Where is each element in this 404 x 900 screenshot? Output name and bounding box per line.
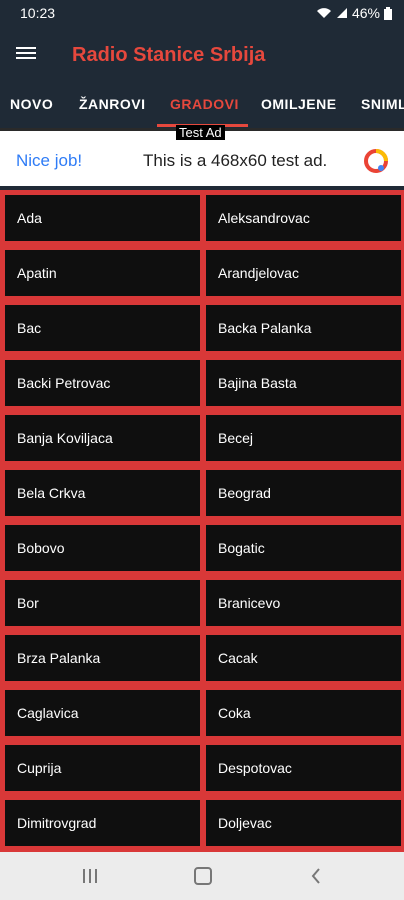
tab-snimljeno[interactable]: SNIMLJENO	[361, 96, 404, 112]
home-icon[interactable]	[192, 866, 214, 886]
city-item[interactable]: Dimitrovgrad	[5, 800, 200, 846]
status-icons: 46%	[316, 5, 392, 21]
battery-icon	[384, 6, 392, 20]
system-nav-bar	[0, 852, 404, 900]
city-item[interactable]: Caglavica	[5, 690, 200, 736]
city-item[interactable]: Becej	[206, 415, 401, 461]
battery-percent: 46%	[351, 5, 380, 21]
tab-gradovi[interactable]: GRADOVI	[170, 96, 239, 112]
city-item[interactable]: Bobovo	[5, 525, 200, 571]
city-item[interactable]: Aleksandrovac	[206, 195, 401, 241]
back-icon[interactable]	[305, 866, 327, 886]
city-item[interactable]: Beograd	[206, 470, 401, 516]
app-title: Radio Stanice Srbija	[72, 44, 266, 66]
city-item[interactable]: Bogatic	[206, 525, 401, 571]
tab-omiljene[interactable]: OMILJENE	[261, 96, 337, 112]
status-bar: 10:23 46%	[0, 0, 404, 26]
city-item[interactable]: Bajina Basta	[206, 360, 401, 406]
city-item[interactable]: Cacak	[206, 635, 401, 681]
city-item[interactable]: Coka	[206, 690, 401, 736]
city-item[interactable]: Bela Crkva	[5, 470, 200, 516]
ad-banner[interactable]: Test Ad Nice job! This is a 468x60 test …	[0, 125, 404, 186]
city-item[interactable]: Apatin	[5, 250, 200, 296]
city-item[interactable]: Banja Koviljaca	[5, 415, 200, 461]
recent-apps-icon[interactable]	[79, 866, 101, 886]
city-item[interactable]: Ada	[5, 195, 200, 241]
city-grid: Ada Aleksandrovac Apatin Arandjelovac Ba…	[0, 190, 404, 852]
wifi-icon	[316, 8, 331, 18]
city-item[interactable]: Brza Palanka	[5, 635, 200, 681]
city-item[interactable]: Branicevo	[206, 580, 401, 626]
ad-tag: Test Ad	[176, 125, 225, 140]
city-item[interactable]: Arandjelovac	[206, 250, 401, 296]
ad-text: This is a 468x60 test ad.	[143, 151, 328, 170]
ad-logo-icon	[364, 149, 388, 173]
tab-novo[interactable]: NOVO	[10, 96, 53, 112]
tab-zanrovi[interactable]: ŽANROVI	[79, 96, 146, 112]
tab-bar: NOVO ŽANROVI GRADOVI OMILJENE SNIMLJENO	[0, 84, 404, 128]
menu-icon[interactable]	[16, 44, 40, 66]
status-time: 10:23	[20, 5, 56, 21]
city-item[interactable]: Bac	[5, 305, 200, 351]
ad-headline: Nice job!	[16, 151, 83, 170]
city-item[interactable]: Doljevac	[206, 800, 401, 846]
city-item[interactable]: Cuprija	[5, 745, 200, 791]
city-item[interactable]: Bor	[5, 580, 200, 626]
city-item[interactable]: Despotovac	[206, 745, 401, 791]
city-item[interactable]: Backa Palanka	[206, 305, 401, 351]
city-item[interactable]: Backi Petrovac	[5, 360, 200, 406]
signal-icon	[336, 8, 347, 18]
app-bar: Radio Stanice Srbija	[0, 26, 404, 84]
